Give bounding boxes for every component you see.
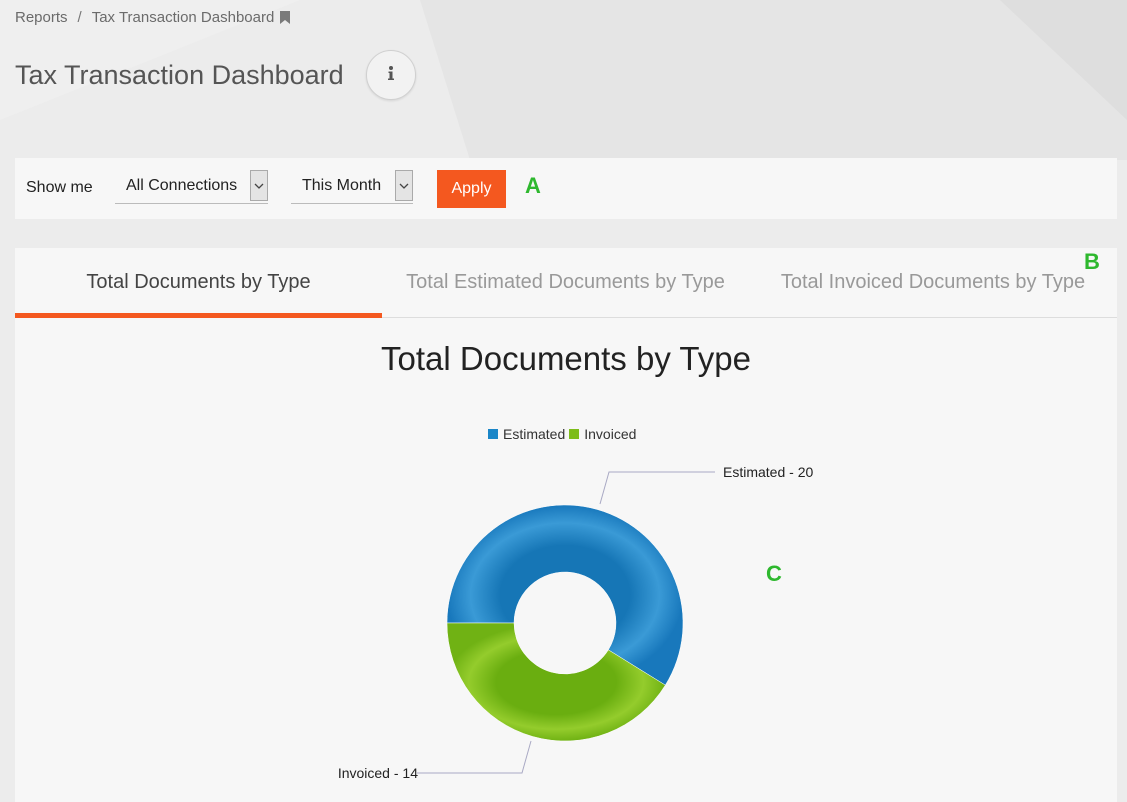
info-button[interactable] — [366, 50, 416, 100]
annotation-marker-c: C — [766, 561, 782, 586]
period-select-value: This Month — [302, 177, 382, 194]
annotation-marker-a: A — [525, 173, 541, 198]
connection-select-value: All Connections — [126, 177, 238, 194]
chevron-down-icon[interactable] — [395, 170, 413, 201]
breadcrumb-separator: / — [77, 9, 82, 26]
connector-line-estimated — [599, 471, 715, 505]
connection-select[interactable]: All Connections — [115, 169, 268, 204]
chevron-down-icon[interactable] — [250, 170, 268, 201]
apply-button[interactable]: Apply — [437, 170, 506, 208]
page-title: Tax Transaction Dashboard — [15, 60, 344, 90]
data-label-invoiced: Invoiced - 14 — [338, 765, 418, 781]
bookmark-icon[interactable] — [280, 11, 291, 24]
chart-card: Total Documents by Type Total Estimated … — [15, 248, 1117, 802]
donut-chart: Estimated - 20 Invoiced - 14 — [338, 464, 814, 781]
filter-bar: Show me All Connections This Month Apply… — [15, 158, 1117, 219]
breadcrumb-reports-link[interactable]: Reports — [15, 9, 68, 26]
connector-line-invoiced — [417, 740, 532, 774]
show-me-label: Show me — [26, 179, 93, 196]
breadcrumb: Reports / Tax Transaction Dashboard — [15, 9, 291, 26]
data-label-estimated: Estimated - 20 — [723, 464, 813, 480]
breadcrumb-current: Tax Transaction Dashboard — [91, 9, 275, 26]
period-select[interactable]: This Month — [291, 169, 413, 204]
info-icon — [386, 65, 396, 86]
